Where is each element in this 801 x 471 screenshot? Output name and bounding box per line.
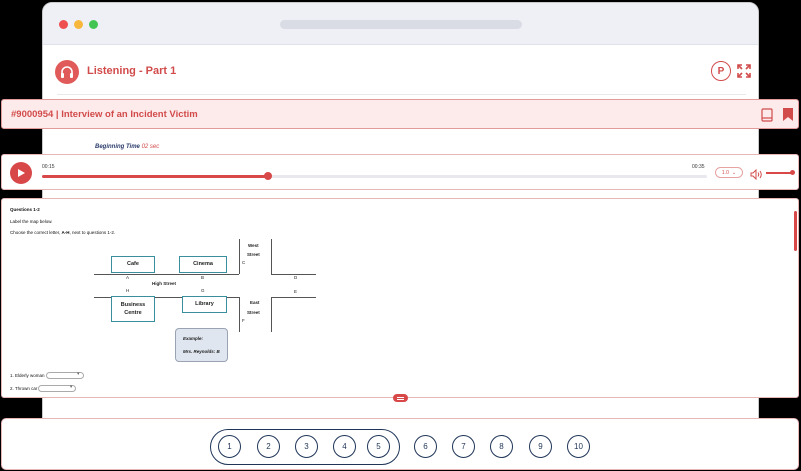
library-box: Library	[182, 296, 227, 313]
resize-handle[interactable]	[393, 394, 408, 402]
map: West Street C Cafe Cinema A B High Stree…	[94, 239, 319, 364]
question-button-4[interactable]: 4	[333, 435, 356, 458]
answer-label-2: 2. Thrown car	[10, 386, 38, 391]
map-line	[271, 297, 272, 332]
seek-bar-fill	[42, 175, 269, 178]
beginning-time-label: Beginning Time	[95, 144, 140, 150]
question-button-2[interactable]: 2	[257, 435, 280, 458]
question-button-3[interactable]: 3	[295, 435, 318, 458]
answer-select-2[interactable]	[38, 384, 77, 392]
answer-label-1: 1. Elderly woman	[10, 373, 45, 378]
question-button-6[interactable]: 6	[414, 435, 437, 458]
west-street-label-1: West	[248, 243, 259, 248]
current-time: 00:15	[42, 164, 55, 170]
business-centre-box: Business Centre	[111, 296, 155, 322]
instruction-2-pre: Choose the correct letter,	[10, 230, 61, 235]
maximize-dot[interactable]	[89, 20, 98, 29]
speed-select[interactable]: 1.0 ⌄	[715, 167, 743, 178]
beginning-time-value: 02 sec	[141, 144, 160, 150]
letter-a: A	[126, 275, 130, 280]
question-navigator: 1 2 3 4 5 6 7 8 9 10	[1, 418, 799, 470]
example-box: Example: Mrs. Reynolds: B	[175, 328, 228, 362]
east-street-label-2: Street	[247, 310, 260, 315]
test-title-bar: #9000954 | Interview of an Incident Vict…	[1, 99, 799, 129]
question-heading: Questions 1-2	[10, 207, 40, 212]
business-line-2: Centre	[124, 310, 142, 316]
map-line	[239, 297, 240, 332]
total-time: 00:35	[692, 164, 705, 170]
book-icon[interactable]	[761, 108, 773, 122]
question-button-9[interactable]: 9	[529, 435, 552, 458]
question-button-7[interactable]: 7	[452, 435, 475, 458]
west-street-label-2: Street	[247, 252, 260, 257]
fullscreen-icon[interactable]	[736, 63, 752, 79]
answer-row-2: 2. Thrown car	[10, 384, 77, 392]
section-header: Listening - Part 1 P	[43, 46, 758, 96]
high-street-label: High Street	[152, 281, 177, 286]
address-bar[interactable]	[280, 20, 522, 29]
play-icon	[18, 169, 25, 177]
beginning-time: Beginning Time 02 sec	[95, 144, 159, 150]
map-line	[94, 274, 239, 275]
audio-player: 00:15 00:35 1.0 ⌄	[1, 154, 799, 190]
close-dot[interactable]	[59, 20, 68, 29]
business-label: Business Centre	[121, 301, 145, 318]
instruction-2-post: , next to questions 1-2.	[69, 230, 116, 235]
headphones-icon	[55, 60, 79, 84]
map-line	[271, 239, 272, 274]
example-text: Mrs. Reynolds: B	[183, 349, 220, 354]
cafe-box: Cafe	[111, 256, 155, 273]
letter-b: B	[201, 275, 205, 280]
cinema-box: Cinema	[179, 256, 227, 273]
east-street-label-1: East	[250, 300, 260, 305]
question-button-5[interactable]: 5	[367, 435, 390, 458]
letter-g: G	[201, 288, 205, 293]
question-button-1[interactable]: 1	[218, 435, 241, 458]
letter-h: H	[126, 288, 130, 293]
minimize-dot[interactable]	[74, 20, 83, 29]
letter-d: D	[294, 275, 298, 280]
chevron-down-icon: ⌄	[731, 169, 737, 176]
bookmark-icon[interactable]	[782, 107, 794, 122]
letter-e: E	[294, 289, 298, 294]
letter-c: C	[242, 260, 246, 265]
seek-thumb[interactable]	[264, 172, 273, 180]
volume-slider[interactable]	[766, 172, 792, 174]
question-panel: Questions 1-2 Label the map below. Choos…	[1, 198, 799, 398]
business-line-1: Business	[120, 301, 146, 308]
question-button-8[interactable]: 8	[490, 435, 513, 458]
browser-chrome	[43, 3, 758, 45]
answer-row-1: 1. Elderly woman	[10, 371, 84, 379]
divider	[57, 94, 746, 95]
play-button[interactable]	[10, 162, 32, 184]
example-label: Example:	[183, 336, 204, 341]
map-line	[271, 297, 316, 298]
instruction-1: Label the map below.	[10, 219, 53, 224]
letter-f: F	[242, 318, 245, 323]
volume-thumb[interactable]	[790, 170, 795, 175]
page-title: Listening - Part 1	[87, 65, 177, 77]
question-button-10[interactable]: 10	[567, 435, 590, 458]
p-button[interactable]: P	[711, 61, 731, 81]
answer-select-1[interactable]	[45, 371, 84, 379]
instruction-2-letters: A-H	[61, 230, 70, 235]
test-title: #9000954 | Interview of an Incident Vict…	[11, 109, 198, 120]
instruction-2: Choose the correct letter, A-H, next to …	[10, 230, 115, 235]
speed-value: 1.0	[721, 169, 729, 176]
stage: Listening - Part 1 P Beginning Time 02 s…	[0, 0, 801, 471]
volume-icon[interactable]	[750, 167, 763, 181]
seek-bar[interactable]	[42, 172, 707, 180]
scrollbar[interactable]	[794, 211, 797, 251]
map-line	[239, 239, 240, 274]
